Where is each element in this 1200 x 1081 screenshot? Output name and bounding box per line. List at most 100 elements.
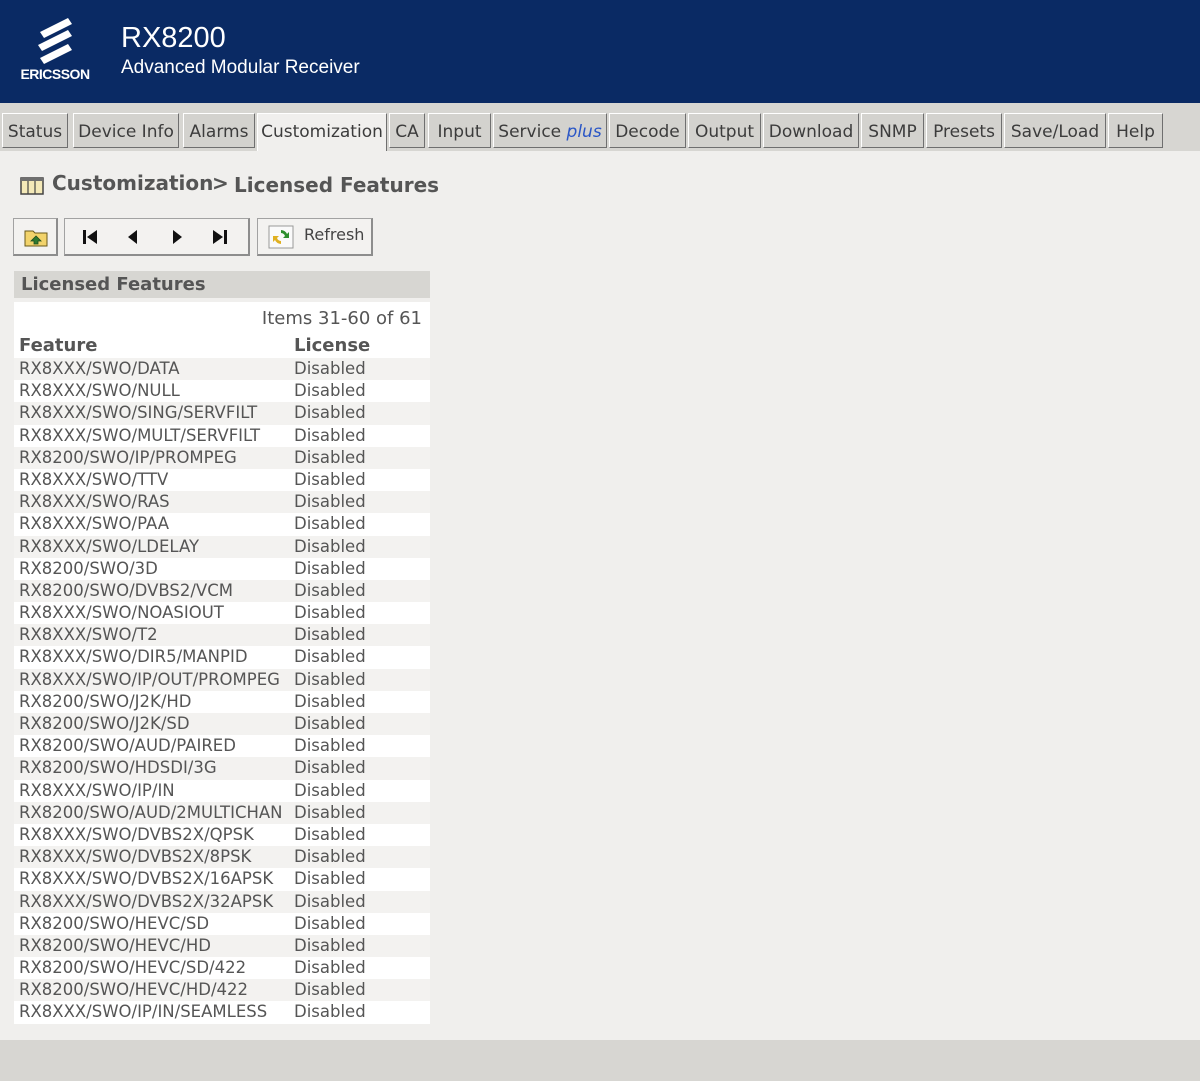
- feature-cell: RX8XXX/SWO/MULT/SERVFILT: [19, 425, 261, 445]
- tab-help[interactable]: Help: [1108, 113, 1163, 148]
- license-state-cell: Disabled: [294, 935, 366, 955]
- tab-status[interactable]: Status: [2, 113, 68, 148]
- feature-cell: RX8XXX/SWO/NULL: [19, 381, 180, 401]
- tab-customization[interactable]: Customization: [257, 113, 387, 151]
- tab-snmp[interactable]: SNMP: [861, 113, 924, 148]
- tab-label: Status: [7, 122, 63, 142]
- license-state-cell: Disabled: [294, 580, 366, 600]
- license-state-cell: Disabled: [294, 514, 366, 534]
- feature-cell: RX8200/SWO/HEVC/SD/422: [19, 958, 247, 978]
- feature-cell: RX8200/SWO/AUD/2MULTICHAN: [19, 802, 283, 822]
- tab-decode[interactable]: Decode: [609, 113, 686, 148]
- table-row: RX8200/SWO/HEVC/SD Disabled: [14, 912, 430, 935]
- tab-output[interactable]: Output: [688, 113, 761, 148]
- feature-cell: RX8200/SWO/AUD/PAIRED: [19, 736, 236, 756]
- tab-label: Output: [694, 122, 755, 142]
- last-page-icon[interactable]: [211, 229, 229, 245]
- tab-ca[interactable]: CA: [389, 113, 425, 148]
- license-state-cell: Disabled: [294, 425, 366, 445]
- license-state-cell: Disabled: [294, 714, 366, 733]
- table-rows: RX8XXX/SWO/DATA Disabled RX8XXX/SWO/NULL Di…: [14, 358, 430, 1024]
- app-header: ERICSSON RX8200 Advanced Modular Receive…: [0, 0, 1200, 103]
- page-title: Licensed Features: [234, 173, 440, 197]
- breadcrumb-separator: >: [212, 171, 229, 195]
- feature-cell: RX8200/SWO/J2K/HD: [19, 691, 192, 711]
- license-state-cell: Disabled: [294, 913, 366, 933]
- feature-cell: RX8XXX/SWO/NOASIOUT: [19, 603, 224, 623]
- feature-cell: RX8200/SWO/J2K/SD: [19, 714, 190, 733]
- tab-label-plus: plus: [566, 122, 602, 142]
- table-row: RX8XXX/SWO/DVBS2X/16APSK Disabled: [14, 868, 430, 891]
- up-folder-button[interactable]: [13, 218, 58, 256]
- tab-label: Service: [498, 122, 567, 142]
- table-row: RX8XXX/SWO/MULT/SERVFILT Disabled: [14, 424, 430, 447]
- logo-text: ERICSSON: [20, 66, 90, 82]
- tab-service-plus[interactable]: Service plus: [493, 113, 607, 148]
- ericsson-logo: ERICSSON: [14, 16, 96, 86]
- license-state-cell: Disabled: [294, 536, 366, 556]
- tab-save-load[interactable]: Save/Load: [1004, 113, 1106, 148]
- tab-label: SNMP: [868, 122, 917, 142]
- license-state-cell: Disabled: [294, 469, 366, 489]
- tab-presets[interactable]: Presets: [926, 113, 1002, 148]
- ericsson-logo-icon: [38, 18, 72, 64]
- license-state-cell: Disabled: [294, 492, 366, 512]
- license-state-cell: Disabled: [294, 359, 366, 378]
- table-row: RX8200/SWO/J2K/HD Disabled: [14, 690, 430, 713]
- feature-cell: RX8XXX/SWO/RAS: [19, 492, 170, 512]
- feature-cell: RX8XXX/SWO/IP/IN/SEAMLESS: [19, 1002, 268, 1022]
- license-state-cell: Disabled: [294, 980, 366, 1000]
- first-page-icon[interactable]: [81, 229, 99, 245]
- table-row: RX8200/SWO/AUD/PAIRED Disabled: [14, 735, 430, 758]
- table-row: RX8XXX/SWO/IP/OUT/PROMPEG Disabled: [14, 668, 430, 691]
- license-state-cell: Disabled: [294, 1002, 366, 1022]
- main-nav: Status Device Info Alarms Customization …: [0, 111, 1200, 151]
- table-row: RX8XXX/SWO/DIR5/MANPID Disabled: [14, 646, 430, 669]
- license-state-cell: Disabled: [294, 403, 366, 423]
- tab-label: Alarms: [189, 122, 249, 142]
- refresh-button[interactable]: Refresh: [257, 218, 373, 256]
- feature-cell: RX8200/SWO/IP/PROMPEG: [19, 447, 237, 467]
- feature-cell: RX8200/SWO/3D: [19, 558, 158, 578]
- table-row: RX8XXX/SWO/DATA Disabled: [14, 358, 430, 381]
- feature-cell: RX8200/SWO/HEVC/HD/422: [19, 980, 249, 1000]
- table-row: RX8XXX/SWO/IP/IN Disabled: [14, 779, 430, 802]
- feature-cell: RX8XXX/SWO/DATA: [19, 359, 180, 378]
- items-count: Items 31-60 of 61: [261, 308, 422, 329]
- table-row: RX8XXX/SWO/T2 Disabled: [14, 624, 430, 647]
- tab-download[interactable]: Download: [763, 113, 859, 148]
- license-state-cell: Disabled: [294, 780, 366, 800]
- table-row: RX8XXX/SWO/DVBS2X/32APSK Disabled: [14, 890, 430, 913]
- tab-input[interactable]: Input: [428, 113, 491, 148]
- license-state-cell: Disabled: [294, 824, 366, 844]
- column-header-feature: Feature: [19, 335, 98, 356]
- breadcrumb-section[interactable]: Customization: [52, 171, 213, 195]
- tab-label: Presets: [933, 122, 995, 142]
- table-row: RX8200/SWO/HEVC/HD/422 Disabled: [14, 979, 430, 1002]
- license-state-cell: Disabled: [294, 669, 366, 689]
- table-row: RX8XXX/SWO/PAA Disabled: [14, 513, 430, 536]
- tab-label: Device Info: [78, 122, 174, 142]
- feature-cell: RX8200/SWO/HEVC/SD: [19, 913, 210, 933]
- license-state-cell: Disabled: [294, 891, 366, 911]
- license-state-cell: Disabled: [294, 381, 366, 401]
- table-row: RX8200/SWO/HEVC/HD Disabled: [14, 934, 430, 958]
- feature-cell: RX8XXX/SWO/T2: [19, 625, 158, 645]
- feature-cell: RX8XXX/SWO/DVBS2X/16APSK: [19, 869, 274, 889]
- tab-label: CA: [395, 122, 419, 142]
- license-state-cell: Disabled: [294, 691, 366, 711]
- tab-alarms[interactable]: Alarms: [183, 113, 255, 148]
- license-state-cell: Disabled: [294, 558, 366, 578]
- feature-cell: RX8XXX/SWO/DVBS2X/QPSK: [19, 824, 254, 844]
- next-page-icon[interactable]: [169, 229, 185, 245]
- table-row: RX8XXX/SWO/TTV Disabled: [14, 468, 430, 492]
- table-row: RX8200/SWO/IP/PROMPEG Disabled: [14, 446, 430, 469]
- feature-cell: RX8XXX/SWO/LDELAY: [19, 536, 200, 556]
- tab-label: Download: [768, 122, 854, 142]
- feature-cell: RX8XXX/SWO/IP/IN: [19, 780, 175, 800]
- tab-device-info[interactable]: Device Info: [73, 113, 179, 148]
- table-row: RX8XXX/SWO/NOASIOUT Disabled: [14, 602, 430, 625]
- previous-page-icon[interactable]: [125, 229, 141, 245]
- license-state-cell: Disabled: [294, 802, 366, 822]
- tab-label: Input: [437, 122, 482, 142]
